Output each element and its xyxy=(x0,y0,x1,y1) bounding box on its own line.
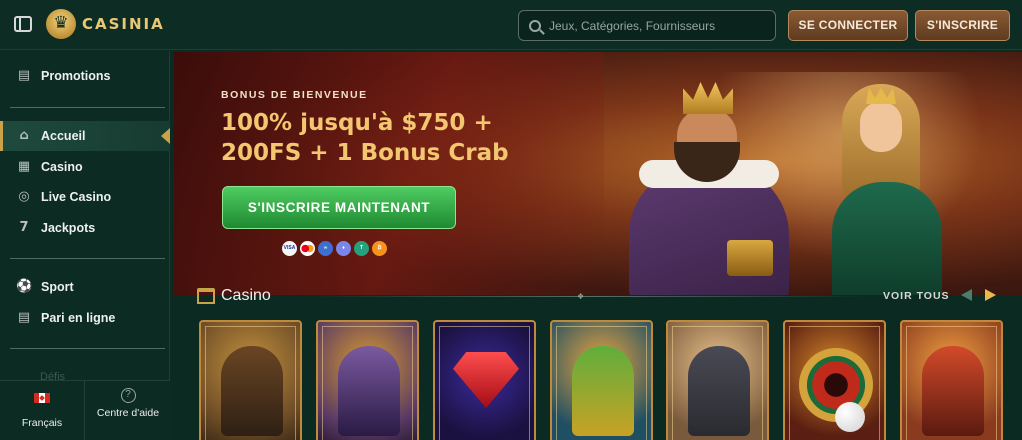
crown-icon xyxy=(46,9,76,39)
sidebar-item-label: Accueil xyxy=(41,129,86,143)
sidebar-footer: Français ? Centre d'aide xyxy=(0,380,170,440)
ruby-thumbnail xyxy=(453,352,519,408)
signup-button[interactable]: S'INSCRIRE xyxy=(915,10,1010,41)
sidebar-item-casino[interactable]: ▦ Casino xyxy=(0,152,170,182)
signup-now-button[interactable]: S'INSCRIRE MAINTENANT xyxy=(222,186,456,229)
language-selector[interactable]: Français xyxy=(0,381,85,440)
sidebar-divider xyxy=(10,348,165,349)
seven-icon: 7 xyxy=(19,220,29,235)
section-divider xyxy=(312,296,868,297)
sidebar-item-label: Casino xyxy=(41,160,83,174)
welcome-bonus-banner[interactable]: BONUS DE BIENVENUE 100% jusqu'à $750 + 2… xyxy=(174,52,1022,295)
game-tile-outlaws[interactable] xyxy=(666,320,769,440)
casino-icon: ▦ xyxy=(17,159,31,174)
search-box[interactable] xyxy=(518,10,776,41)
canada-flag-icon xyxy=(34,393,50,403)
interac-icon: ∞ xyxy=(318,241,333,256)
logo[interactable]: CASINIA xyxy=(46,9,165,39)
question-icon: ? xyxy=(120,388,136,403)
casino-section-title: Casino xyxy=(221,287,271,304)
sidebar-divider xyxy=(10,258,165,259)
language-label: Français xyxy=(21,417,63,429)
sidebar: ▤ Promotions ⌂ Accueil ▦ Casino ◎ Live C… xyxy=(0,51,170,440)
sidebar-item-live-casino[interactable]: ◎ Live Casino xyxy=(0,182,170,212)
outlaws-thumbnail xyxy=(688,346,750,436)
sidebar-item-label: Promotions xyxy=(41,69,111,83)
sidebar-item-promotions[interactable]: ▤ Promotions xyxy=(0,61,170,91)
divider-ornament: ❖ xyxy=(577,292,585,301)
sidebar-divider xyxy=(10,107,165,108)
casino-section-icon xyxy=(197,288,215,304)
chip-icon: ◎ xyxy=(18,189,30,204)
tether-icon: T xyxy=(354,241,369,256)
game-tile-fisherman[interactable] xyxy=(550,320,653,440)
banner-kicker: BONUS DE BIENVENUE xyxy=(221,89,368,101)
carousel-next-arrow[interactable] xyxy=(985,289,996,301)
fisherman-thumbnail xyxy=(572,346,634,436)
payment-methods: VISA ∞ ♦ T ₿ xyxy=(282,241,387,256)
brand-name: CASINIA xyxy=(82,15,165,33)
sidebar-item-label: Jackpots xyxy=(41,221,96,235)
game-tile-magician[interactable] xyxy=(316,320,419,440)
game-tile-roulette[interactable] xyxy=(783,320,886,440)
bitcoin-icon: ₿ xyxy=(372,241,387,256)
sidebar-item-label: Pari en ligne xyxy=(41,311,116,325)
magician-thumbnail xyxy=(338,346,400,436)
visa-icon: VISA xyxy=(282,241,297,256)
game-tile-ruby[interactable] xyxy=(433,320,536,440)
ball-icon: ⚽ xyxy=(16,279,33,294)
queen-illustration xyxy=(824,72,944,295)
roulette-ball-icon xyxy=(835,402,865,432)
sidebar-item-accueil[interactable]: ⌂ Accueil xyxy=(0,121,170,151)
mastercard-icon xyxy=(300,241,315,256)
sidebar-item-label: Sport xyxy=(41,280,74,294)
login-button[interactable]: SE CONNECTER xyxy=(788,10,908,41)
tiara-icon xyxy=(866,88,896,104)
search-input[interactable] xyxy=(549,18,769,33)
sidebar-item-jackpots[interactable]: 7 Jackpots xyxy=(0,213,170,243)
sidebar-item-pari-en-ligne[interactable]: ▤ Pari en ligne xyxy=(0,303,170,333)
help-label: Centre d'aide xyxy=(96,407,160,419)
help-center-link[interactable]: ? Centre d'aide xyxy=(86,381,170,440)
sidebar-item-label: Live Casino xyxy=(41,190,112,204)
crown-icon xyxy=(683,82,733,114)
banner-title: 100% jusqu'à $750 + 200FS + 1 Bonus Crab xyxy=(221,110,509,166)
treasure-chest-icon xyxy=(727,240,773,276)
top-header: CASINIA SE CONNECTER S'INSCRIRE xyxy=(0,0,1022,50)
adventurer-thumbnail xyxy=(221,346,283,436)
sidebar-toggle-icon[interactable] xyxy=(14,16,32,32)
gift-icon: ▤ xyxy=(17,68,31,83)
game-tile-party[interactable] xyxy=(900,320,1003,440)
home-icon: ⌂ xyxy=(19,128,29,143)
ethereum-icon: ♦ xyxy=(336,241,351,256)
sidebar-item-sport[interactable]: ⚽ Sport xyxy=(0,272,170,302)
king-illustration xyxy=(619,70,794,295)
party-thumbnail xyxy=(922,346,984,436)
carousel-prev-arrow[interactable] xyxy=(961,289,972,301)
game-tile-adventurer[interactable] xyxy=(199,320,302,440)
view-all-link[interactable]: VOIR TOUS xyxy=(883,290,950,302)
betslip-icon: ▤ xyxy=(17,310,31,325)
search-icon xyxy=(529,19,541,32)
